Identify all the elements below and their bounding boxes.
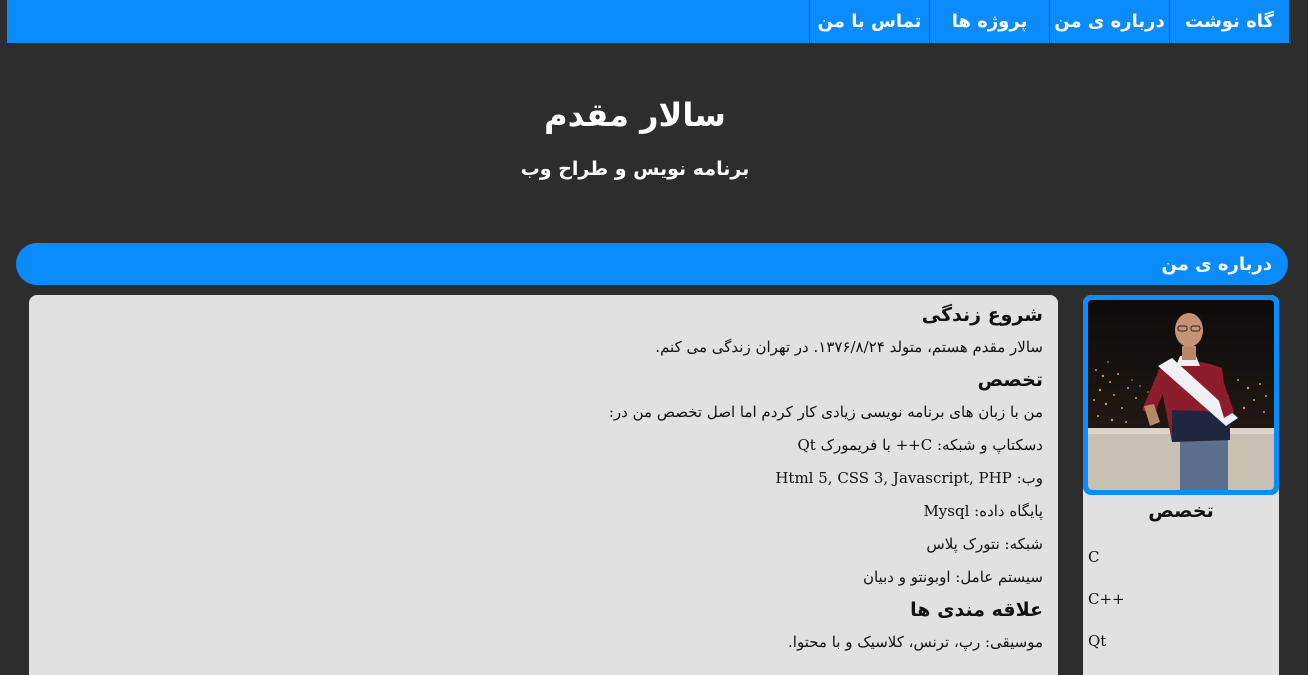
interests-music: موسیقی: رپ، ترنس، کلاسیک و با محتوا. [788, 633, 1043, 651]
section-header-about: درباره ی من [16, 243, 1288, 285]
expertise-intro: من با زبان های برنامه نویسی زیادی کار کر… [608, 403, 1043, 421]
profile-sidebar: تخصص C C++ Qt [1083, 295, 1279, 675]
life-text: سالار مقدم هستم، متولد ۱۳۷۶/۸/۲۴. در تهر… [655, 338, 1043, 356]
expertise-web: وب: Html 5, CSS 3, Javascript, PHP [775, 469, 1043, 487]
nav-item-about[interactable]: درباره ی من [1049, 0, 1169, 43]
heading-interests: علاقه مندی ها [910, 599, 1043, 621]
expertise-desktop: دسکتاپ و شبکه: C++ با فریمورک Qt [797, 436, 1044, 454]
section-title: درباره ی من [1161, 253, 1272, 275]
hero-title: سالار مقدم [544, 96, 726, 134]
heading-expertise: تخصص [977, 369, 1043, 391]
profile-photo-frame [1083, 295, 1279, 495]
heading-life: شروع زندگی [921, 304, 1043, 326]
skill-item: C++ [1088, 590, 1125, 608]
expertise-network: شبکه: نتورک پلاس [926, 535, 1043, 553]
top-navigation: گاه نوشت درباره ی من پروژه ها تماس با من [7, 0, 1289, 43]
hero-subtitle: برنامه نویس و طراح وب [520, 158, 750, 180]
skill-item: Qt [1088, 632, 1107, 650]
sidebar-title: تخصص [1148, 500, 1214, 522]
nav-item-projects[interactable]: پروژه ها [929, 0, 1049, 43]
expertise-os: سیستم عامل: اوبونتو و دبیان [862, 568, 1043, 586]
about-content-panel: شروع زندگی سالار مقدم هستم، متولد ۱۳۷۶/۸… [29, 295, 1058, 675]
expertise-db: پایگاه داده: Mysql [923, 502, 1043, 520]
nav-item-contact[interactable]: تماس با من [809, 0, 929, 43]
skill-list: C C++ Qt [1083, 536, 1279, 662]
nav-item-blog[interactable]: گاه نوشت [1169, 0, 1289, 43]
skill-item: C [1088, 548, 1100, 566]
profile-photo [1088, 300, 1274, 490]
